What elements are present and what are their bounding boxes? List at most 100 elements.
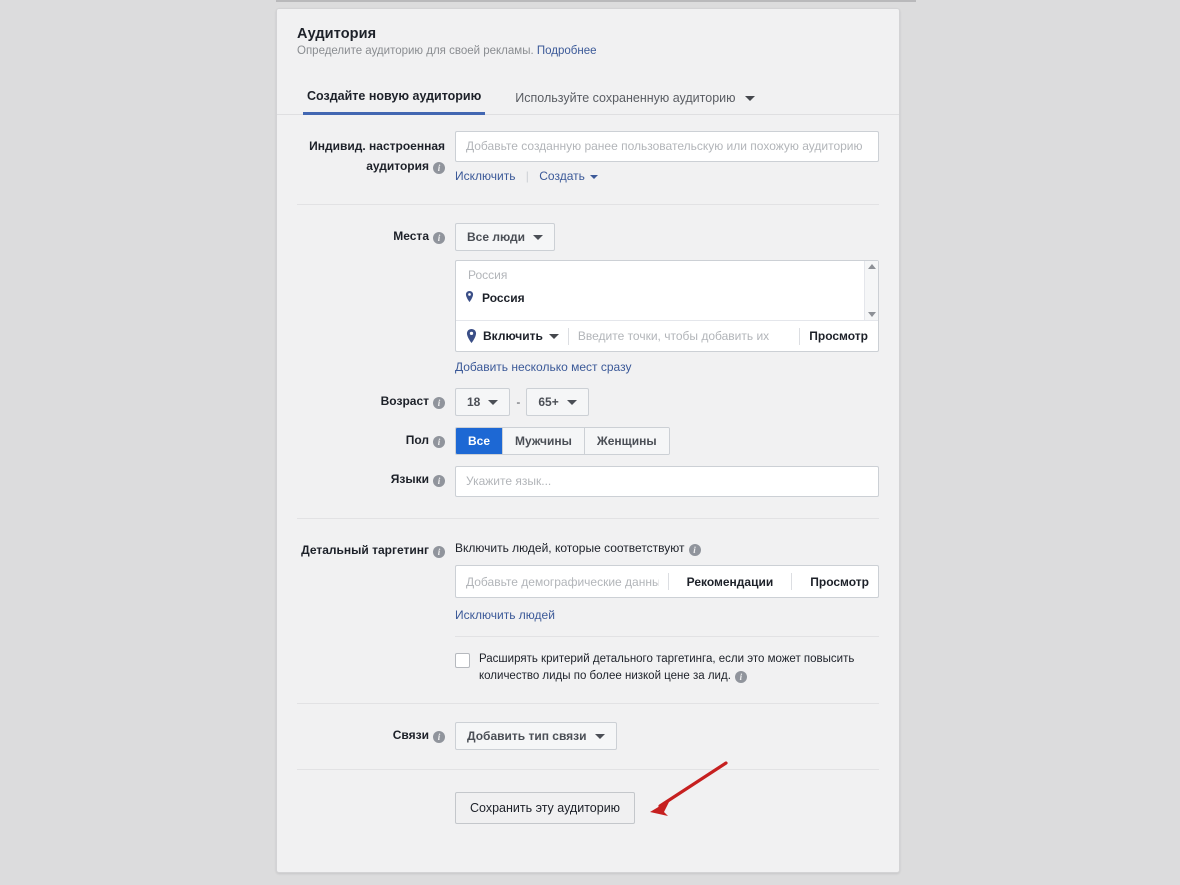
- languages-label: Языки i: [297, 466, 455, 487]
- save-row-spacer: [297, 792, 455, 797]
- tab-use-saved-audience[interactable]: Используйте сохраненную аудиторию: [511, 85, 759, 114]
- info-icon[interactable]: i: [433, 162, 445, 174]
- add-connection-type-label: Добавить тип связи: [467, 729, 587, 743]
- locations-list: Россия Россия: [456, 261, 878, 321]
- info-icon[interactable]: i: [688, 544, 701, 556]
- divider-after-custom-audience: [297, 204, 879, 205]
- list-item-label: Россия: [482, 291, 525, 305]
- detailed-targeting-include-heading: Включить людей, которые соответствуют i: [455, 537, 879, 556]
- age-row: Возраст i 18 - 65+: [297, 388, 879, 416]
- detailed-targeting-combo: Добавьте демографические данные, интерес…: [455, 565, 879, 598]
- info-icon[interactable]: i: [734, 671, 747, 683]
- locations-box: Россия Россия Включить Введите точки, чт…: [455, 260, 879, 352]
- age-range-dash: -: [516, 395, 521, 409]
- locations-list-title: Россия: [468, 268, 508, 282]
- location-search-input[interactable]: Введите точки, чтобы добавить их: [578, 329, 790, 343]
- places-row: Места i Все люди Россия Россия Включить …: [297, 223, 879, 374]
- gender-segmented-control: Все Мужчины Женщины: [455, 427, 670, 455]
- page-top-rule: [276, 0, 916, 2]
- divider: [567, 327, 569, 345]
- location-mode-label: Включить: [483, 329, 543, 343]
- connections-row: Связи i Добавить тип связи: [297, 722, 879, 750]
- expand-targeting-checkbox[interactable]: [455, 653, 470, 668]
- expand-targeting-text: Расширять критерий детального таргетинга…: [479, 651, 854, 685]
- tab-use-saved-audience-label: Используйте сохраненную аудиторию: [515, 91, 736, 105]
- detailed-targeting-row: Детальный таргетинг i Включить людей, кот…: [297, 537, 879, 685]
- age-field: 18 - 65+: [455, 388, 879, 416]
- scroll-up-icon[interactable]: [867, 264, 876, 269]
- chevron-down-icon: [548, 333, 559, 339]
- info-icon[interactable]: i: [433, 232, 445, 244]
- divider: [791, 573, 793, 590]
- languages-input[interactable]: Укажите язык...: [455, 466, 879, 497]
- age-label: Возраст i: [297, 388, 455, 409]
- info-icon[interactable]: i: [433, 546, 445, 558]
- tab-create-new-audience[interactable]: Создайте новую аудиторию: [303, 83, 486, 115]
- learn-more-link[interactable]: Подробнее: [537, 45, 597, 57]
- exclude-people-link[interactable]: Исключить людей: [455, 608, 879, 622]
- info-icon[interactable]: i: [433, 397, 445, 409]
- gender-option-men[interactable]: Мужчины: [502, 428, 584, 454]
- languages-label-text: Языки: [390, 472, 429, 486]
- map-pin-icon: [465, 291, 474, 302]
- page-title: Аудитория: [297, 26, 377, 42]
- detailed-targeting-input[interactable]: Добавьте демографические данные, интерес…: [456, 575, 659, 589]
- gender-label: Пол i: [297, 427, 455, 448]
- audience-tabs: Создайте новую аудиторию Используйте сох…: [277, 83, 899, 115]
- custom-audience-links: Исключить | Создать: [455, 169, 879, 183]
- expand-targeting-line2: количество лиды по более низкой цене за …: [479, 670, 731, 682]
- detailed-targeting-preview-button[interactable]: Просмотр: [801, 575, 878, 589]
- divider-after-languages: [297, 518, 879, 519]
- add-connection-type-button[interactable]: Добавить тип связи: [455, 722, 617, 750]
- places-field: Все люди Россия Россия Включить Введите …: [455, 223, 879, 374]
- save-audience-button[interactable]: Сохранить эту аудиторию: [455, 792, 636, 824]
- card-subtitle-text: Определите аудиторию для своей рекламы.: [297, 45, 534, 57]
- detailed-targeting-field: Включить людей, которые соответствуют i Д…: [455, 537, 879, 685]
- places-scope-button[interactable]: Все люди: [455, 223, 556, 251]
- gender-option-women[interactable]: Женщины: [583, 428, 669, 454]
- connections-field: Добавить тип связи: [455, 722, 879, 750]
- expand-targeting-checkbox-row[interactable]: Расширять критерий детального таргетинга…: [455, 651, 879, 685]
- info-icon[interactable]: i: [433, 731, 445, 743]
- languages-row: Языки i Укажите язык...: [297, 466, 879, 497]
- detailed-targeting-label-text: Детальный таргетинг: [301, 543, 429, 557]
- custom-audience-field: Добавьте созданную ранее пользовательску…: [455, 131, 879, 183]
- divider: [667, 573, 669, 590]
- age-max-select[interactable]: 65+: [526, 388, 589, 416]
- custom-audience-row: Индивид. настроенная аудитория i Добавьте…: [297, 131, 879, 183]
- bulk-add-places-link[interactable]: Добавить несколько мест сразу: [455, 360, 879, 374]
- info-icon[interactable]: i: [433, 436, 445, 448]
- detailed-targeting-label: Детальный таргетинг i: [297, 537, 455, 558]
- divider: [799, 327, 801, 345]
- places-label: Места i: [297, 223, 455, 244]
- exclude-audience-link[interactable]: Исключить: [455, 169, 515, 183]
- gender-field: Все Мужчины Женщины: [455, 427, 879, 455]
- custom-audience-label-line2: аудитория: [366, 159, 429, 173]
- chevron-down-icon: [594, 733, 605, 739]
- scroll-down-icon[interactable]: [867, 312, 876, 317]
- age-min-select[interactable]: 18: [455, 388, 511, 416]
- location-mode-dropdown[interactable]: Включить: [466, 329, 559, 343]
- suggestions-button[interactable]: Рекомендации: [678, 575, 783, 589]
- create-audience-link[interactable]: Создать: [539, 169, 585, 183]
- expand-targeting-line1: Расширять критерий детального таргетинга…: [479, 653, 855, 665]
- custom-audience-input[interactable]: Добавьте созданную ранее пользовательску…: [455, 131, 879, 162]
- map-pin-icon: [466, 329, 477, 343]
- audience-card: Аудитория Определите аудиторию для своей…: [276, 8, 900, 873]
- gender-option-all[interactable]: Все: [456, 428, 503, 454]
- chevron-down-icon: [566, 399, 577, 405]
- custom-audience-label-line1: Индивид. настроенная: [309, 139, 445, 153]
- divider-before-expand-checkbox: [455, 636, 879, 637]
- chevron-down-icon: [488, 399, 499, 405]
- locations-input-row: Включить Введите точки, чтобы добавить и…: [456, 321, 878, 351]
- list-item[interactable]: Россия: [465, 291, 866, 305]
- divider-after-detailed-targeting: [297, 703, 879, 704]
- include-heading-text: Включить людей, которые соответствуют: [455, 541, 685, 555]
- languages-field: Укажите язык...: [455, 466, 879, 497]
- places-preview-button[interactable]: Просмотр: [809, 329, 878, 343]
- connections-label-text: Связи: [392, 728, 429, 742]
- info-icon[interactable]: i: [433, 475, 445, 487]
- tab-create-new-audience-label: Создайте новую аудиторию: [307, 89, 482, 103]
- age-max-value: 65+: [538, 395, 559, 409]
- locations-scrollbar[interactable]: [864, 261, 878, 320]
